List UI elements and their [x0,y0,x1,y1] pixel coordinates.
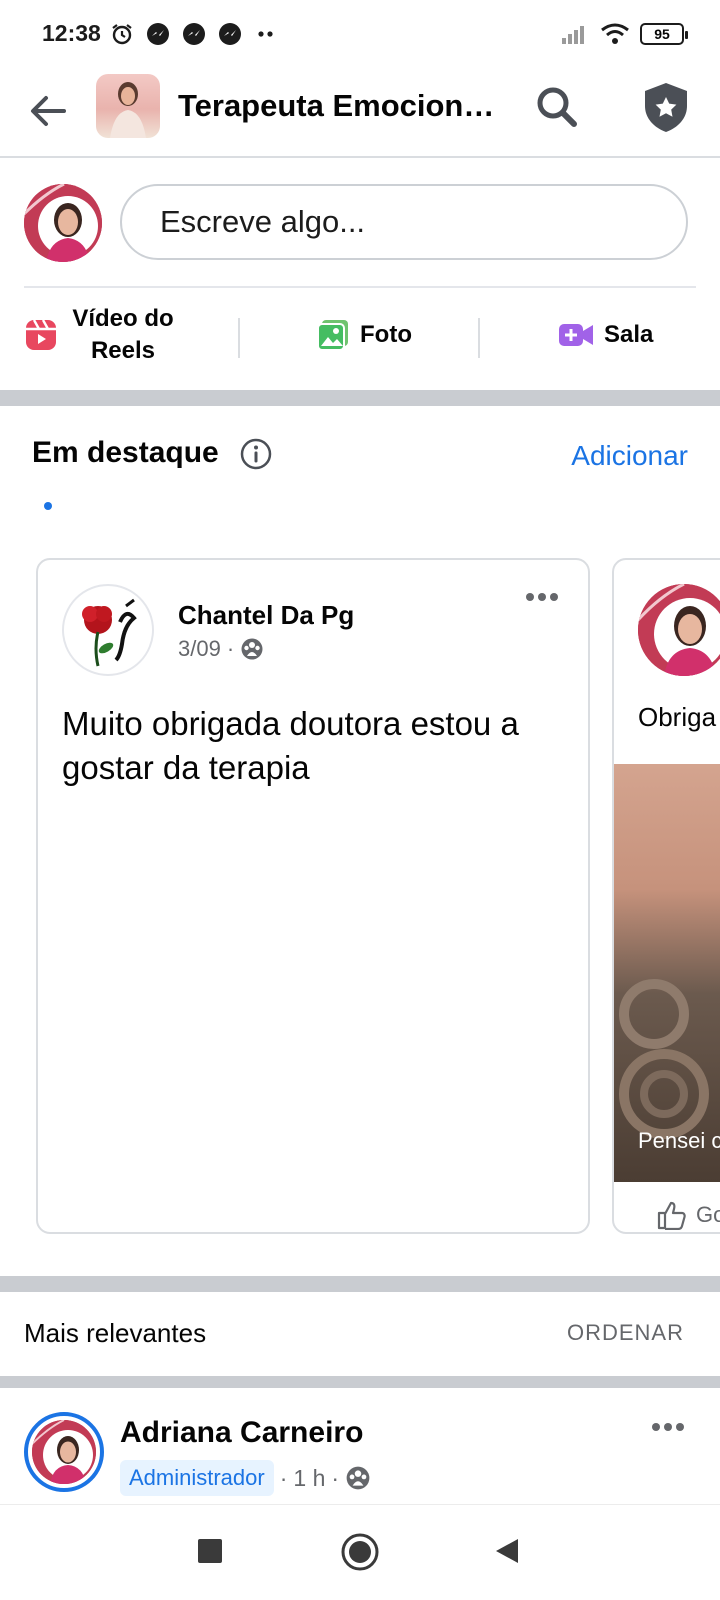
status-bar: 12:38 95 [0,0,720,68]
shield-star-icon[interactable] [640,80,692,134]
post-author-avatar[interactable] [24,1412,104,1492]
search-icon[interactable] [532,82,582,132]
wifi-icon [601,23,629,44]
info-icon[interactable] [240,438,272,470]
post-author-name[interactable]: Adriana Carneiro [120,1416,363,1450]
group-header: Terapeuta Emocion… [0,68,720,158]
post-photo[interactable] [614,764,720,1182]
like-button[interactable]: Go [656,1200,720,1230]
group-audience-icon [241,638,263,660]
group-audience-icon [346,1466,370,1490]
photo-icon [317,320,348,351]
avatar [32,1420,96,1484]
messenger-icon [183,23,205,45]
system-navigation-bar [0,1504,720,1600]
photo-label: Foto [360,321,412,348]
messenger-icon [147,23,169,45]
post-time[interactable]: 1 h [293,1465,325,1492]
featured-card[interactable]: Chantel Da Pg 3/09 · Muito obrigada dout… [36,558,590,1234]
reels-video-button[interactable]: Vídeo do Reels [24,296,178,374]
card-author-name[interactable]: Chantel Da Pg [178,600,354,631]
group-cover-thumbnail[interactable] [96,74,160,138]
section-separator [0,390,720,406]
notification-icons [110,22,278,46]
photo-caption: Pensei c [638,1128,720,1153]
sort-label: Mais relevantes [24,1318,207,1348]
post-composer-input[interactable]: Escreve algo... [120,184,688,260]
divider [478,318,480,358]
card-date: 3/09 [178,636,221,661]
photo-button[interactable]: Foto [316,296,412,374]
admin-badge: Administrador [120,1460,274,1496]
author-avatar[interactable] [62,584,154,676]
meta-separator: · [279,1464,288,1491]
section-separator [0,1376,720,1388]
back-arrow-icon[interactable] [24,86,74,136]
reels-label-line2: Reels [90,337,156,364]
user-avatar[interactable] [24,184,102,262]
like-icon [657,1201,686,1230]
meta-separator: · [226,636,235,661]
alarm-icon [112,24,132,45]
sort-button[interactable]: ORDENAR [567,1320,684,1346]
add-featured-link[interactable]: Adicionar [571,440,688,472]
more-dots-icon [258,31,273,37]
recent-apps-button[interactable] [198,1539,222,1563]
sort-row: Mais relevantes ORDENAR [0,1292,720,1376]
room-button[interactable]: Sala [558,296,653,374]
reels-icon [26,319,56,350]
system-back-button[interactable] [494,1537,520,1565]
card-post-text: Muito obrigada doutora estou a gostar da… [62,705,519,786]
signal-icon [562,26,584,44]
messenger-icon [219,23,241,45]
meta-separator: · [331,1464,340,1491]
reels-label: Vídeo do Reels [68,303,178,367]
divider [24,286,696,288]
group-title[interactable]: Terapeuta Emocion… [178,88,494,124]
section-separator [0,1276,720,1292]
like-label: Go [696,1202,720,1227]
featured-title: Em destaque [32,436,219,469]
status-time: 12:38 [42,20,101,46]
card-meta: 3/09 · [178,636,264,662]
featured-card[interactable]: Obriga Pensei c Go [612,558,720,1234]
post-meta: Administrador · 1 h · [120,1460,371,1496]
home-button[interactable] [340,1532,380,1572]
composer-actions: Vídeo do Reels Foto Sala [0,296,720,374]
system-icons: 95 [560,22,688,46]
room-video-icon [559,324,593,346]
card-post-text: Obriga [638,702,717,732]
room-label: Sala [604,321,654,348]
reels-label-line1: Vídeo do [72,305,174,332]
more-options-icon[interactable] [650,1420,686,1434]
carousel-indicator [44,502,52,510]
more-options-icon[interactable] [524,590,560,604]
author-avatar[interactable] [638,584,720,676]
battery-icon: 95 [640,23,688,45]
divider [238,318,240,358]
